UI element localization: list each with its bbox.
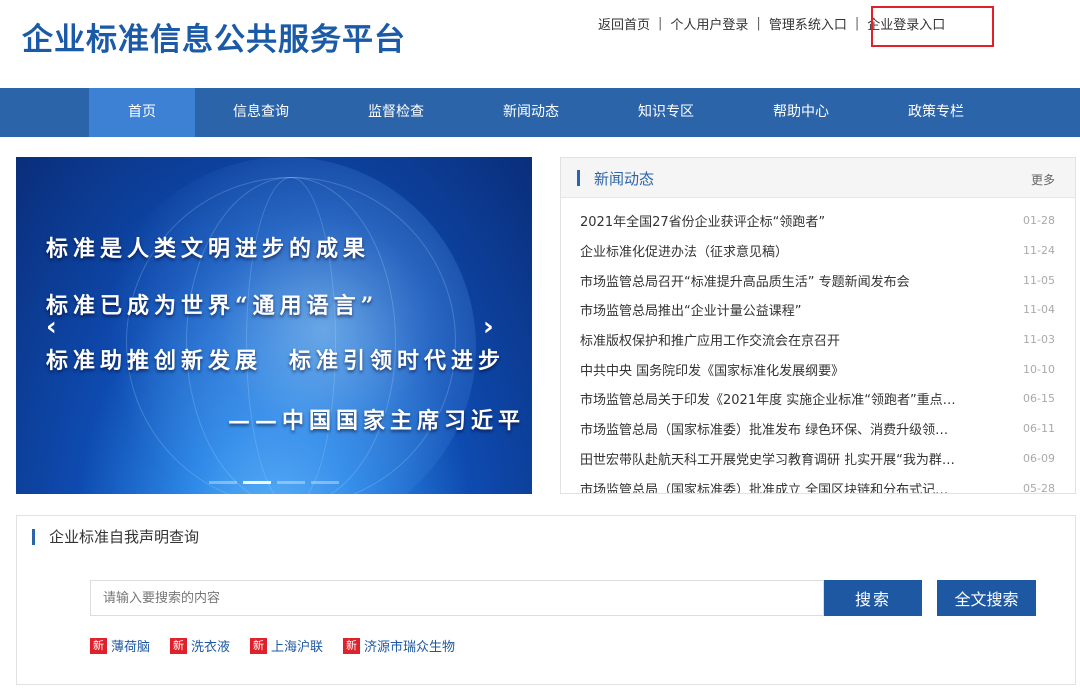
news-item[interactable]: 中共中央 国务院印发《国家标准化发展纲要》 10-10	[561, 354, 1075, 384]
news-item-title: 2021年全国27省份企业获评企标“领跑者”	[580, 215, 826, 231]
admin-system-link[interactable]: 管理系统入口	[769, 14, 847, 33]
carousel-dot[interactable]	[311, 481, 339, 484]
hot-keyword[interactable]: 新上海沪联	[250, 636, 323, 655]
accent-bar	[32, 529, 35, 545]
personal-login-link[interactable]: 个人用户登录	[670, 14, 748, 33]
banner-line-3: 标准助推创新发展 标准引领时代进步	[46, 348, 506, 374]
nav-supervision[interactable]: 监督检查	[343, 88, 449, 137]
globe-gridline	[246, 177, 336, 494]
news-item-date: 01-28	[1023, 214, 1055, 228]
news-item-date: 05-28	[1023, 481, 1055, 494]
header: 企业标准信息公共服务平台 返回首页 | 个人用户登录 | 管理系统入口 | 企业…	[0, 0, 1080, 88]
accent-bar	[577, 170, 580, 186]
new-badge: 新	[170, 637, 188, 654]
hot-keyword[interactable]: 新洗衣液	[170, 636, 230, 655]
news-item-date: 06-11	[1023, 422, 1055, 436]
highlight-box	[871, 6, 994, 47]
nav-info-query[interactable]: 信息查询	[208, 88, 314, 137]
news-item-date: 11-24	[1023, 244, 1055, 258]
news-item-title: 标准版权保护和推广应用工作交流会在京召开	[580, 334, 841, 350]
hot-keyword[interactable]: 新薄荷脑	[90, 636, 150, 655]
news-title: 新闻动态	[594, 170, 655, 188]
news-item-title: 企业标准化促进办法（征求意见稿）	[580, 245, 789, 261]
nav-help[interactable]: 帮助中心	[748, 88, 854, 137]
search-section-title: 企业标准自我声明查询	[49, 528, 200, 546]
news-item[interactable]: 市场监管总局推出“企业计量公益课程” 11-04	[561, 295, 1075, 325]
news-item-date: 06-09	[1023, 451, 1055, 465]
hot-keyword-label: 薄荷脑	[111, 640, 151, 655]
news-item-date: 06-15	[1023, 392, 1055, 406]
carousel-dot[interactable]	[243, 481, 271, 484]
news-item[interactable]: 市场监管总局（国家标准委）批准发布 绿色环保、消费升级领… 06-11	[561, 414, 1075, 444]
new-badge: 新	[90, 637, 107, 654]
news-item-title: 市场监管总局（国家标准委）批准成立 全国区块链和分布式记…	[580, 482, 949, 494]
news-item-date: 10-10	[1023, 362, 1055, 376]
new-badge: 新	[343, 637, 361, 654]
news-item-title: 市场监管总局召开“标准提升高品质生活” 专题新闻发布会	[580, 274, 910, 290]
main-nav: 首页 信息查询 监督检查 新闻动态 知识专区 帮助中心 政策专栏	[0, 88, 1080, 137]
news-item[interactable]: 市场监管总局（国家标准委）批准成立 全国区块链和分布式记… 05-28	[561, 473, 1075, 494]
news-panel: 新闻动态 更多 2021年全国27省份企业获评企标“领跑者” 01-28 企业标准…	[560, 157, 1076, 494]
nav-news[interactable]: 新闻动态	[478, 88, 584, 137]
banner-line-1: 标准是人类文明进步的成果	[46, 236, 371, 262]
banner-line-4: ——中国国家主席习近平	[228, 408, 526, 434]
carousel-indicators	[16, 481, 532, 484]
news-item-title: 市场监管总局（国家标准委）批准发布 绿色环保、消费升级领…	[580, 423, 949, 439]
hot-keyword-label: 洗衣液	[191, 640, 231, 655]
hot-keyword-label: 上海沪联	[271, 640, 324, 655]
separator: |	[854, 16, 860, 31]
news-item[interactable]: 企业标准化促进办法（征求意见稿） 11-24	[561, 236, 1075, 266]
news-item[interactable]: 市场监管总局关于印发《2021年度 实施企业标准“领跑者”重点… 06-15	[561, 384, 1075, 414]
hot-keyword-label: 济源市瑞众生物	[364, 640, 456, 655]
hot-keywords: 新薄荷脑 新洗衣液 新上海沪联 新济源市瑞众生物	[90, 636, 455, 655]
search-button[interactable]: 搜索	[824, 580, 922, 616]
news-item-date: 11-05	[1023, 273, 1055, 287]
search-input[interactable]	[90, 580, 824, 616]
new-badge: 新	[250, 637, 268, 654]
prev-arrow-icon[interactable]: ‹	[46, 312, 57, 342]
news-more-link[interactable]: 更多	[1031, 171, 1055, 188]
news-item-title: 市场监管总局推出“企业计量公益课程”	[580, 304, 802, 320]
banner-carousel[interactable]: 标准是人类文明进步的成果 标准已成为世界“通用语言” 标准助推创新发展 标准引领…	[16, 157, 532, 494]
next-arrow-icon[interactable]: ›	[483, 312, 494, 342]
news-item-title: 田世宏带队赴航天科工开展党史学习教育调研 扎实开展“我为群…	[580, 452, 955, 468]
carousel-dot[interactable]	[209, 481, 237, 484]
hot-keyword[interactable]: 新济源市瑞众生物	[343, 636, 455, 655]
carousel-dot[interactable]	[277, 481, 305, 484]
separator: |	[756, 16, 761, 31]
news-item[interactable]: 标准版权保护和推广应用工作交流会在京召开 11-03	[561, 325, 1075, 355]
fulltext-search-button[interactable]: 全文搜索	[937, 580, 1036, 616]
news-item[interactable]: 田世宏带队赴航天科工开展党史学习教育调研 扎实开展“我为群… 06-09	[561, 444, 1075, 474]
site-logo[interactable]: 企业标准信息公共服务平台	[22, 14, 406, 59]
news-item-date: 11-03	[1023, 333, 1055, 347]
separator: |	[658, 16, 663, 31]
home-link[interactable]: 返回首页	[598, 14, 650, 33]
news-item-title: 市场监管总局关于印发《2021年度 实施企业标准“领跑者”重点…	[580, 393, 956, 409]
news-item[interactable]: 2021年全国27省份企业获评企标“领跑者” 01-28	[561, 206, 1075, 236]
news-item-date: 11-04	[1023, 303, 1055, 317]
nav-knowledge[interactable]: 知识专区	[613, 88, 719, 137]
news-item[interactable]: 市场监管总局召开“标准提升高品质生活” 专题新闻发布会 11-05	[561, 265, 1075, 295]
self-declaration-search: 企业标准自我声明查询 搜索 全文搜索 新薄荷脑 新洗衣液 新上海沪联 新济源市瑞…	[16, 515, 1076, 685]
news-header: 新闻动态 更多	[561, 158, 1075, 198]
banner-line-2: 标准已成为世界“通用语言”	[46, 293, 379, 319]
news-list: 2021年全国27省份企业获评企标“领跑者” 01-28 企业标准化促进办法（征求…	[561, 198, 1075, 494]
nav-home[interactable]: 首页	[89, 88, 195, 137]
nav-policy[interactable]: 政策专栏	[883, 88, 989, 137]
news-item-title: 中共中央 国务院印发《国家标准化发展纲要》	[580, 363, 845, 379]
